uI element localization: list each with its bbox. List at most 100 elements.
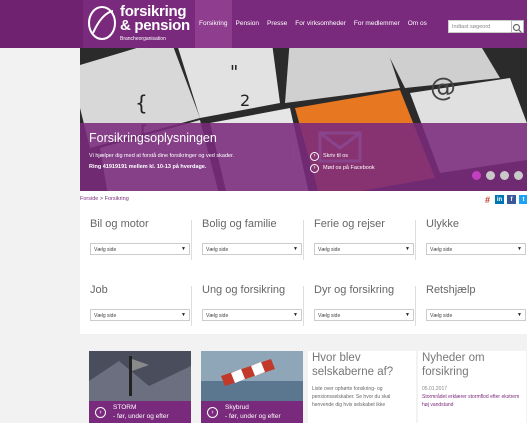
news-column: Nyheder om forsikring 05.01.2017 Stormrå… (422, 351, 522, 409)
category-select[interactable]: Vælg side ▼ (90, 243, 190, 255)
category-job: Job Vælg side ▼ (80, 274, 190, 326)
card-subtitle: - før, under og efter (225, 413, 281, 420)
facebook-link-label: Mød os på Facebook (323, 165, 375, 171)
slider-dot-1[interactable] (472, 171, 481, 180)
card-caption: › STORM - før, under og efter (89, 401, 191, 423)
nav-item-for-virksomheder[interactable]: For virksomheder (291, 0, 350, 48)
caret-down-icon: ▼ (405, 246, 410, 252)
caret-down-icon: ▼ (181, 246, 186, 252)
slider-dot-3[interactable] (500, 171, 509, 180)
category-title: Ferie og rejser (314, 218, 385, 230)
select-value: Vælg side (318, 313, 341, 319)
category-ulykke: Ulykke Vælg side ▼ (416, 208, 526, 260)
chevron-right-icon: › (207, 407, 218, 418)
category-title: Job (90, 284, 108, 296)
card-caption: › Skybrud - før, under og efter (201, 401, 303, 423)
main-nav: Forsikring Pension Presse For virksomhed… (195, 0, 431, 48)
chevron-right-icon: › (95, 407, 106, 418)
defunct-companies-column: Hvor blev selskaberne af? Liste over oph… (312, 351, 412, 409)
caret-down-icon: ▼ (517, 312, 522, 318)
select-value: Vælg side (206, 313, 229, 319)
logo-swoosh-icon (88, 6, 116, 40)
category-bolig-og-familie: Bolig og familie Vælg side ▼ (192, 208, 302, 260)
nav-item-pension[interactable]: Pension (232, 0, 264, 48)
top-bar-left-strip (0, 0, 83, 48)
search-button[interactable] (511, 20, 524, 33)
select-value: Vælg side (430, 313, 453, 319)
breadcrumb-current[interactable]: Forsikring (105, 196, 129, 202)
nav-item-for-medlemmer[interactable]: For medlemmer (350, 0, 404, 48)
slider-dot-4[interactable] (514, 171, 523, 180)
breadcrumb: Forside > Forsikring (80, 196, 129, 202)
breadcrumb-home[interactable]: Forside (80, 196, 98, 202)
slider-dot-2[interactable] (486, 171, 495, 180)
news-headline[interactable]: Stormrådet erklærer stormflod efter ekst… (422, 393, 522, 409)
select-value: Vælg side (430, 247, 453, 253)
category-select[interactable]: Vælg side ▼ (426, 309, 526, 321)
hash-icon[interactable]: # (483, 195, 492, 205)
category-title: Retshjælp (426, 284, 476, 296)
card-title: STORM (113, 404, 137, 411)
select-value: Vælg side (206, 247, 229, 253)
news-title[interactable]: Nyheder om forsikring (422, 351, 522, 379)
write-to-us-link[interactable]: › Skriv til os (310, 152, 348, 161)
svg-text:@: @ (430, 73, 456, 103)
category-select[interactable]: Vælg side ▼ (426, 243, 526, 255)
caret-down-icon: ▼ (181, 312, 186, 318)
twitter-icon[interactable]: t (519, 195, 527, 204)
category-ferie-og-rejser: Ferie og rejser Vælg side ▼ (304, 208, 414, 260)
select-value: Vælg side (94, 313, 117, 319)
select-value: Vælg side (318, 247, 341, 253)
select-value: Vælg side (94, 247, 117, 253)
logo-text-line2: & pension (120, 17, 190, 34)
nav-item-forsikring[interactable]: Forsikring (195, 0, 232, 48)
nav-item-om-os[interactable]: Om os (404, 0, 431, 48)
category-bil-og-motor: Bil og motor Vælg side ▼ (80, 208, 190, 260)
caret-down-icon: ▼ (517, 246, 522, 252)
breadcrumb-row: Forside > Forsikring # in f t @ (80, 191, 527, 208)
search-icon (512, 23, 522, 33)
defunct-companies-title[interactable]: Hvor blev selskaberne af? (312, 351, 412, 379)
category-select[interactable]: Vælg side ▼ (314, 243, 414, 255)
category-title: Ung og forsikring (202, 284, 286, 296)
caret-down-icon: ▼ (293, 312, 298, 318)
chevron-right-icon: › (310, 152, 319, 161)
card-subtitle: - før, under og efter (113, 413, 169, 420)
category-title: Bil og motor (90, 218, 149, 230)
storm-card[interactable]: › STORM - før, under og efter (89, 351, 191, 423)
svg-text:{: { (135, 91, 148, 115)
lower-section: › STORM - før, under og efter › Skybrud … (80, 334, 527, 423)
nav-item-presse[interactable]: Presse (263, 0, 291, 48)
share-icons: # in f t @ (483, 195, 527, 205)
caret-down-icon: ▼ (293, 246, 298, 252)
svg-text:2: 2 (240, 91, 250, 110)
linkedin-icon[interactable]: in (495, 195, 504, 204)
category-ung-og-forsikring: Ung og forsikring Vælg side ▼ (192, 274, 302, 326)
category-grid: Bil og motor Vælg side ▼ Bolig og familie… (80, 208, 527, 334)
category-dyr-og-forsikring: Dyr og forsikring Vælg side ▼ (304, 274, 414, 326)
card-title: Skybrud (225, 404, 249, 411)
category-select[interactable]: Vælg side ▼ (90, 309, 190, 321)
logo[interactable]: forsikring & pension Brancheorganisation (87, 3, 195, 47)
chevron-right-icon: › (310, 164, 319, 173)
hero-description: Vi hjælper dig med at forstå dine forsik… (89, 153, 235, 159)
facebook-icon[interactable]: f (507, 195, 516, 204)
news-date: 05.01.2017 (422, 386, 448, 392)
hero-caption-band: Forsikringsoplysningen Vi hjælper dig me… (80, 123, 527, 191)
hero-phone-hours: Ring 41919191 mellem kl. 10-13 på hverda… (89, 164, 207, 170)
category-retshjaelp: Retshjælp Vælg side ▼ (416, 274, 526, 326)
caret-down-icon: ▼ (405, 312, 410, 318)
category-select[interactable]: Vælg side ▼ (314, 309, 414, 321)
category-select[interactable]: Vælg side ▼ (202, 243, 302, 255)
category-select[interactable]: Vælg side ▼ (202, 309, 302, 321)
search-input[interactable]: Indtast søgeord (448, 20, 512, 33)
defunct-companies-text: Liste over ophørte forsikring- og pensio… (312, 386, 391, 408)
hero-banner: { [ " 2 @ ) Forsikringsoplysningen Vi hj… (80, 48, 527, 191)
slider-dots (472, 171, 523, 180)
category-title: Dyr og forsikring (314, 284, 395, 296)
svg-text:": " (230, 62, 238, 83)
facebook-link[interactable]: › Mød os på Facebook (310, 164, 375, 173)
category-title: Ulykke (426, 218, 460, 230)
logo-subtitle: Brancheorganisation (120, 36, 166, 42)
skybrud-card[interactable]: › Skybrud - før, under og efter (201, 351, 303, 423)
